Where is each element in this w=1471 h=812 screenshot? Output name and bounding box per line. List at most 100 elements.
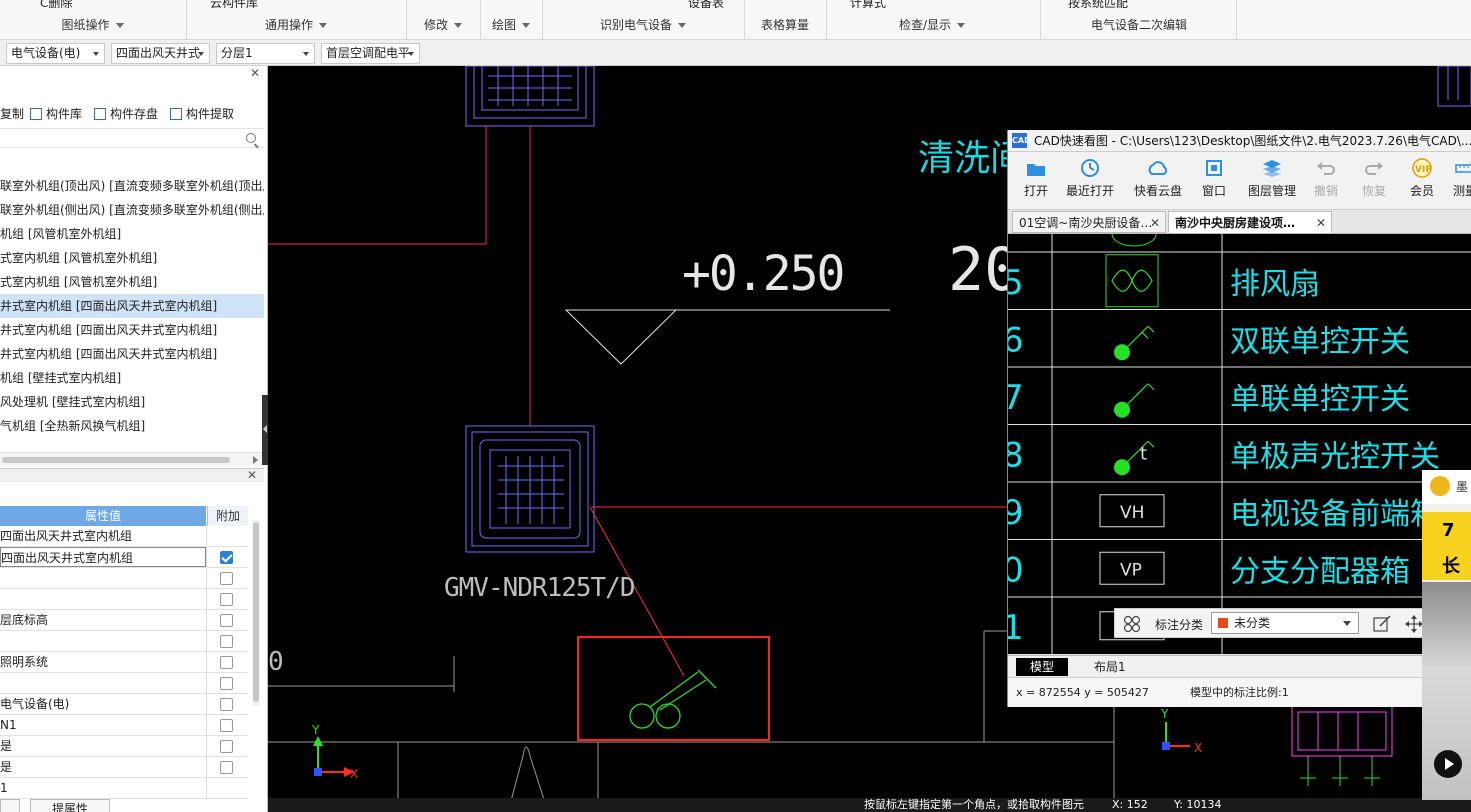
prop-value[interactable]: 四面出风天井式室内机组 [0,547,206,567]
extract-attribute-button[interactable]: 提属性 [30,799,110,812]
table-row[interactable]: 是 [0,736,248,757]
table-row[interactable]: 层底标高 [0,610,248,631]
prop-value[interactable]: 照明系统 [0,652,206,672]
selection-box[interactable] [577,636,770,741]
copy-button[interactable]: 复制 [0,105,24,123]
table-row[interactable]: 电气设备(电) [0,694,248,715]
ribbon-group-table-calc[interactable]: 表格算量 [745,8,825,40]
prop-value[interactable]: 四面出风天井式室内机组 [0,526,206,546]
ribbon-device-table-button[interactable]: 设备表 [688,0,724,8]
extra-checkbox[interactable] [220,593,233,606]
ribbon-group-identify-devices[interactable]: 识别电气设备 [543,8,743,40]
elevation-label[interactable]: +0.250 [682,246,845,302]
window-button[interactable]: 窗口 [1196,158,1232,206]
ribbon-formula-button[interactable]: 计算式 [850,0,886,8]
component-save-button[interactable]: 构件存盘 [94,105,158,123]
close-icon[interactable]: ✕ [250,66,260,80]
horizontal-scrollbar[interactable] [0,452,264,466]
extra-checkbox[interactable] [220,572,233,585]
undo-button[interactable]: 撤销 [1306,158,1346,206]
prop-value[interactable]: 是 [0,736,206,756]
extra-checkbox[interactable] [220,635,233,648]
recent-button[interactable]: 最近打开 [1060,158,1120,206]
close-icon[interactable]: ✕ [1150,212,1160,232]
measure-button[interactable]: 测量 [1450,158,1471,206]
extra-checkbox[interactable] [220,677,233,690]
component-library-button[interactable]: 构件库 [30,105,82,123]
viewer-canvas[interactable]: 5 排风扇 6 双联单控开关 7 单联单控开关 8 t 单极声光控开关 9 VH 电视设备前端箱 0 VP… [1008,234,1471,655]
prop-value[interactable]: 电气设备(电) [0,694,206,714]
floating-ad[interactable]: 墨 7 长 [1422,470,1471,800]
table-row[interactable]: 照明系统 [0,652,248,673]
ribbon-group-draw[interactable]: 绘图 [481,8,541,40]
vertical-scrollbar[interactable] [252,520,260,706]
tab-model[interactable]: 模型 [1016,658,1069,676]
ac-unit-selected[interactable] [465,425,595,553]
list-item[interactable]: 井式室内机组 [四面出风天井式室内机组] [0,294,264,318]
redo-button[interactable]: 恢复 [1354,158,1394,206]
prop-value[interactable] [0,673,206,693]
ribbon-group-modify[interactable]: 修改 [407,8,479,40]
open-button[interactable]: 打开 [1016,158,1056,206]
close-icon[interactable]: ✕ [1316,212,1326,232]
grid-icon[interactable] [1123,615,1141,633]
bottom-button-left[interactable] [0,799,20,812]
extra-checkbox[interactable] [220,551,233,564]
component-extract-button[interactable]: 构件提取 [170,105,234,123]
move-icon[interactable] [1405,615,1423,633]
close-icon[interactable]: ✕ [247,468,257,482]
floor-select[interactable]: 分层1 [216,43,315,64]
ribbon-cloud-lib-button[interactable]: 云构件库 [210,0,258,8]
tab-drawing-2[interactable]: 南沙中央厨房建设项… ✕ [1168,211,1332,233]
layer-manager-button[interactable]: 图层管理 [1242,158,1302,206]
table-row[interactable]: 1 [0,778,248,799]
switch-symbol-icon[interactable] [629,669,717,729]
table-row[interactable] [0,673,248,694]
list-item[interactable]: 井式室内机组 [四面出风天井式室内机组] [0,342,264,366]
scroll-thumb[interactable] [253,522,259,702]
annotation-class-select[interactable]: 未分类 [1211,612,1359,634]
list-item[interactable]: 井式室内机组 [四面出风天井式室内机组] [0,318,264,342]
table-row[interactable]: N1 [0,715,248,736]
list-item[interactable]: 式室内机组 [风管机室外机组] [0,246,264,270]
extra-checkbox[interactable] [220,719,233,732]
list-item[interactable]: 式室内机组 [风管机室外机组] [0,270,264,294]
extra-checkbox[interactable] [220,740,233,753]
table-row[interactable]: 四面出风天井式室内机组 [0,526,248,547]
ribbon-delete-button[interactable]: C删除 [40,0,72,8]
tab-layout-1[interactable]: 布局1 [1080,658,1140,676]
tab-drawing-1[interactable]: 01空调~南沙央厨设备… ✕ [1012,211,1166,233]
extra-checkbox[interactable] [220,698,233,711]
table-row[interactable] [0,568,248,589]
list-item[interactable]: 联室外机组(侧出风) [直流变频多联室外机组(侧出风 [0,198,264,222]
ribbon-group-secondary-edit[interactable]: 电气设备二次编辑 [1041,8,1237,40]
prop-value[interactable] [0,568,206,588]
device-type-select[interactable]: 电气设备(电) [6,43,105,64]
prop-value[interactable]: 是 [0,757,206,777]
ribbon-group-check-display[interactable]: 检查/显示 [827,8,1037,40]
category-select[interactable]: 四面出风天井式 [111,43,210,64]
list-item[interactable]: 联室外机组(顶出风) [直流变频多联室外机组(顶出风 [0,174,264,198]
ribbon-group-drawing-ops[interactable]: 图纸操作 [0,8,185,40]
ac-unit-top[interactable] [465,66,595,127]
component-search[interactable] [0,128,264,148]
prop-value[interactable] [0,631,206,651]
play-icon[interactable] [1434,750,1462,778]
drawing-select[interactable]: 首层空调配电平 [321,43,420,64]
extra-checkbox[interactable] [220,656,233,669]
extra-checkbox[interactable] [220,614,233,627]
list-item[interactable]: 机组 [壁挂式室内机组] [0,366,264,390]
list-item[interactable]: 机组 [风管机室外机组] [0,222,264,246]
chevron-right-icon[interactable] [253,456,258,464]
table-row[interactable] [0,631,248,652]
prop-value[interactable]: N1 [0,715,206,735]
unit-model-label[interactable]: GMV-NDR125T/D [444,573,636,603]
cloud-button[interactable]: 快看云盘 [1128,158,1188,206]
prop-value[interactable]: 1 [0,778,206,798]
edit-icon[interactable] [1373,615,1391,633]
search-icon[interactable] [246,133,256,143]
prop-value[interactable]: 层底标高 [0,610,206,630]
scroll-thumb[interactable] [2,457,230,463]
list-item[interactable]: 风处理机 [壁挂式室内机组] [0,390,264,414]
prop-value[interactable] [0,589,206,609]
